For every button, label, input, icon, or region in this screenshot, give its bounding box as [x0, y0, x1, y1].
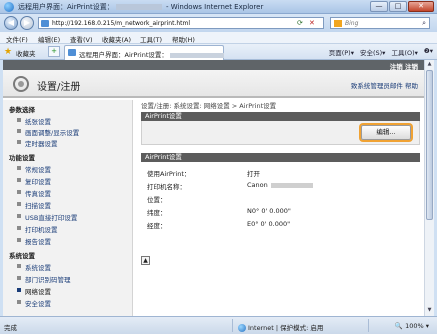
favorites-star-icon[interactable]: ★ [4, 47, 12, 57]
globe-icon [238, 324, 246, 332]
row-latitude: 纬度： N0° 0' 0.000" [147, 207, 291, 217]
row-location: 位置： [147, 194, 167, 204]
search-icon[interactable]: ⌕ [422, 19, 426, 28]
tools-menu[interactable]: 工具(O)▾ [391, 47, 417, 57]
top-strip: 注销 注销 [3, 60, 424, 71]
row-use-airprint: 使用AirPrint： 打开 [147, 168, 260, 178]
sidebar-item-report[interactable]: 报告设置 [17, 236, 51, 246]
bing-icon [334, 20, 342, 27]
back-to-top-icon[interactable]: ▲ [141, 256, 150, 265]
status-text: 完成 [4, 324, 17, 332]
row-printer-name: 打印机名称： Canon [147, 181, 313, 191]
scroll-thumb[interactable] [426, 70, 433, 220]
row-label: 经度： [147, 222, 167, 230]
row-value: E0° 0' 0.000" [247, 220, 291, 228]
sidebar-section-preferences: 参数选择 [9, 106, 35, 114]
command-bar: 页面(P)▾ 安全(S)▾ 工具(O)▾ ❷▾ [329, 47, 433, 57]
stop-icon[interactable]: ✕ [309, 19, 315, 27]
url-field[interactable]: http://192.168.0.215/m_network_airprint.… [38, 17, 324, 29]
sidebar-item-system[interactable]: 系统设置 [17, 262, 51, 272]
minimize-button[interactable]: — [370, 1, 388, 12]
status-divider [368, 319, 369, 332]
sidebar-item-security[interactable]: 安全设置 [17, 298, 51, 308]
row-value: Canon [247, 181, 268, 189]
window-title-bar: 远程用户界面：AirPrint设置： - Windows Internet Ex… [0, 0, 437, 14]
scroll-down-icon[interactable]: ▼ [426, 307, 433, 315]
zoom-control[interactable]: 🔍 100% ▾ [395, 322, 429, 330]
sidebar-item-common[interactable]: 常规设置 [17, 164, 51, 174]
favorites-label[interactable]: 收藏夹 [16, 48, 36, 58]
page-content: 注销 注销 设置/注册 致系统管理员邮件 帮助 参数选择 纸张设置 画面调整/显… [3, 60, 424, 316]
sidebar-item-scan[interactable]: 扫描设置 [17, 200, 51, 210]
sidebar-section-functions: 功能设置 [9, 154, 35, 162]
row-label: 打印机名称： [147, 183, 186, 191]
url-text: http://192.168.0.215/m_network_airprint.… [52, 20, 190, 27]
row-value: N0° 0' 0.000" [247, 207, 291, 215]
favorites-bar: ★ 收藏夹 + 远程用户界面：AirPrint设置： 页面(P)▾ 安全(S)▾… [0, 44, 437, 60]
redacted-text [270, 182, 313, 188]
sidebar-item-fax[interactable]: 传真设置 [17, 188, 51, 198]
row-longitude: 经度： E0° 0' 0.000" [147, 220, 290, 230]
sidebar-item-copy[interactable]: 复印设置 [17, 176, 51, 186]
edit-area: 编辑... [141, 121, 420, 145]
window-title: 远程用户界面：AirPrint设置： - Windows Internet Ex… [18, 3, 264, 11]
edit-button[interactable]: 编辑... [361, 125, 411, 140]
refresh-icon[interactable]: ⟳ [297, 19, 303, 27]
back-button[interactable]: ◀ [4, 16, 18, 30]
search-input[interactable]: Bing ⌕ [330, 17, 430, 29]
redacted-text [115, 4, 162, 10]
sidebar-item-dept-id[interactable]: 部门识别码管理 [17, 274, 71, 284]
sidebar-item-network[interactable]: 网络设置 [17, 286, 51, 296]
status-bar: 完成 Internet | 保护模式: 启用 🔍 100% ▾ [0, 316, 437, 334]
page-icon [41, 20, 49, 27]
breadcrumb: 设置/注册: 系统设置: 网络设置 > AirPrint设置 [141, 102, 277, 110]
sidebar-section-system: 系统设置 [9, 252, 35, 260]
section-header-airprint: AirPrint设置 [141, 112, 420, 121]
forward-button[interactable]: ▶ [20, 16, 34, 30]
browser-tab[interactable]: 远程用户界面：AirPrint设置： [64, 45, 224, 60]
scroll-up-icon[interactable]: ▲ [426, 61, 433, 69]
menu-tools[interactable]: 工具(T) [140, 34, 162, 44]
page-title: 设置/注册 [37, 82, 81, 93]
address-bar-row: ◀ ▶ http://192.168.0.215/m_network_airpr… [0, 14, 437, 32]
maximize-button[interactable]: □ [389, 1, 407, 12]
sidebar-item-printer[interactable]: 打印机设置 [17, 224, 58, 234]
row-label: 位置： [147, 196, 167, 204]
settings-wheel-icon [13, 76, 29, 92]
page-header: 设置/注册 致系统管理员邮件 帮助 [3, 70, 424, 98]
menu-view[interactable]: 查看(V) [70, 34, 93, 44]
page-menu[interactable]: 页面(P)▾ [329, 47, 354, 57]
redacted-text [169, 52, 224, 58]
close-button[interactable]: ✕ [408, 1, 434, 12]
row-value-wrap: Canon [247, 181, 313, 189]
header-links[interactable]: 致系统管理员邮件 帮助 [351, 80, 418, 90]
help-menu-icon[interactable]: ❷▾ [424, 47, 433, 57]
row-label: 纬度： [147, 209, 167, 217]
sidebar-item-usb[interactable]: USB直接打印设置 [16, 212, 77, 222]
vertical-scrollbar[interactable]: ▲ ▼ [424, 60, 434, 316]
security-zone: Internet | 保护模式: 启用 [238, 322, 323, 332]
row-label: 使用AirPrint： [147, 170, 191, 178]
sidebar: 参数选择 纸张设置 画面调整/显示设置 定时器设置 功能设置 常规设置 复印设置… [3, 100, 133, 316]
menu-file[interactable]: 文件(F) [6, 34, 28, 44]
menu-favorites[interactable]: 收藏夹(A) [102, 34, 131, 44]
sidebar-item-timer[interactable]: 定时器设置 [17, 138, 58, 148]
add-favorite-icon[interactable]: + [48, 46, 60, 57]
menu-help[interactable]: 帮助(H) [172, 34, 195, 44]
ie-logo-icon [4, 2, 14, 12]
section-header-airprint-details: AirPrint设置 [141, 153, 420, 162]
safety-menu[interactable]: 安全(S)▾ [360, 47, 385, 57]
row-value: 打开 [247, 170, 260, 178]
sidebar-item-display[interactable]: 画面调整/显示设置 [16, 127, 79, 137]
sidebar-item-paper[interactable]: 纸张设置 [17, 116, 51, 126]
tab-page-icon [68, 49, 76, 56]
tab-label: 远程用户界面：AirPrint设置： [79, 49, 224, 59]
status-divider [232, 319, 233, 332]
menu-bar: 文件(F) 编辑(E) 查看(V) 收藏夹(A) 工具(T) 帮助(H) [0, 32, 437, 44]
menu-edit[interactable]: 编辑(E) [38, 34, 60, 44]
search-placeholder: Bing [345, 20, 359, 27]
